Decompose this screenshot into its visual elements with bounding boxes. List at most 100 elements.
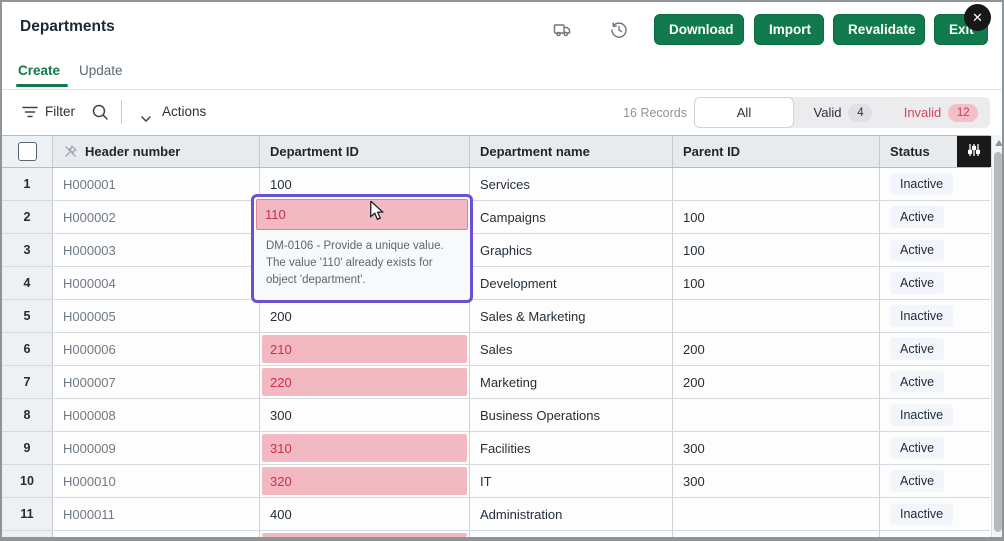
cell-status[interactable]: Inactive (880, 168, 990, 200)
invalid-cell-highlight[interactable]: 110 (256, 199, 468, 230)
download-button[interactable]: Download (654, 14, 744, 45)
cell-header-number[interactable]: H000005 (53, 300, 260, 332)
close-icon[interactable]: ✕ (964, 4, 991, 31)
cell-department-name[interactable]: Services (470, 168, 673, 200)
column-header-department-name[interactable]: Department name (470, 136, 673, 167)
cell-status[interactable]: Inactive (880, 498, 990, 530)
cell-department-name[interactable] (470, 531, 673, 539)
scrollbar-thumb[interactable] (994, 152, 1002, 532)
cell-header-number[interactable]: H000009 (53, 432, 260, 464)
filter-button[interactable]: Filter (45, 104, 75, 119)
scrollbar-up-arrow[interactable] (995, 140, 1003, 146)
cell-department-id[interactable]: 400 (260, 498, 470, 530)
history-icon[interactable] (609, 20, 629, 40)
search-icon[interactable] (91, 103, 109, 126)
tab-update[interactable]: Update (79, 63, 123, 78)
import-button[interactable]: Import (754, 14, 824, 45)
column-settings-button[interactable] (957, 136, 991, 167)
revalidate-button[interactable]: Revalidate (833, 14, 925, 45)
actions-button[interactable]: Actions (162, 104, 206, 119)
column-header-parent-id[interactable]: Parent ID (673, 136, 880, 167)
cell-parent-id[interactable] (673, 498, 880, 530)
row-number-cell[interactable]: 6 (2, 333, 53, 365)
cell-status[interactable]: Active (880, 201, 990, 233)
row-number-cell[interactable]: 4 (2, 267, 53, 299)
segment-invalid[interactable]: Invalid 12 (892, 97, 990, 128)
cell-department-name[interactable]: Development (470, 267, 673, 299)
cell-header-number[interactable]: H000010 (53, 465, 260, 497)
tab-create[interactable]: Create (18, 63, 60, 78)
cell-parent-id[interactable] (673, 399, 880, 431)
row-number-cell[interactable]: 2 (2, 201, 53, 233)
cell-department-name[interactable]: IT (470, 465, 673, 497)
cell-status[interactable]: Inactive (880, 399, 990, 431)
filter-icon[interactable] (22, 105, 38, 124)
cell-department-name[interactable]: Facilities (470, 432, 673, 464)
chevron-down-icon[interactable] (141, 109, 151, 127)
cell-parent-id[interactable]: 100 (673, 267, 880, 299)
cell-header-number[interactable]: H000001 (53, 168, 260, 200)
cell-parent-id[interactable]: 100 (673, 201, 880, 233)
cell-parent-id[interactable] (673, 531, 880, 539)
segment-valid[interactable]: Valid 4 (794, 97, 892, 128)
cell-header-number[interactable]: H000002 (53, 201, 260, 233)
row-number-cell[interactable]: 8 (2, 399, 53, 431)
cell-parent-id[interactable]: 300 (673, 465, 880, 497)
cell-department-id[interactable]: 210 (260, 333, 470, 365)
cell-department-name[interactable]: Marketing (470, 366, 673, 398)
cell-department-id[interactable]: 220 (260, 366, 470, 398)
cell-status[interactable]: Active (880, 333, 990, 365)
cell-department-id[interactable]: 200 (260, 300, 470, 332)
cell-status[interactable]: Active (880, 234, 990, 266)
cell-parent-id[interactable]: 200 (673, 366, 880, 398)
cell-status[interactable]: Active (880, 432, 990, 464)
cell-department-name[interactable]: Sales (470, 333, 673, 365)
invalid-value (262, 533, 467, 537)
cell-department-id[interactable]: 310 (260, 432, 470, 464)
row-number-cell[interactable] (2, 531, 53, 539)
cell-status[interactable]: Active (880, 366, 990, 398)
cell-parent-id[interactable]: 100 (673, 234, 880, 266)
column-header-header-number[interactable]: Header number (53, 136, 260, 167)
column-settings-icon (966, 142, 982, 161)
column-header-department-id[interactable]: Department ID (260, 136, 470, 167)
cell-status[interactable]: Active (880, 465, 990, 497)
segment-all[interactable]: All (694, 97, 794, 128)
vertical-scrollbar[interactable] (991, 135, 1004, 539)
cell-parent-id[interactable] (673, 300, 880, 332)
cell-parent-id[interactable]: 300 (673, 432, 880, 464)
row-number-cell[interactable]: 1 (2, 168, 53, 200)
cell-header-number[interactable]: H000004 (53, 267, 260, 299)
row-number-cell[interactable]: 9 (2, 432, 53, 464)
cell-status[interactable]: Inactive (880, 300, 990, 332)
cell-parent-id[interactable] (673, 168, 880, 200)
cell-department-id[interactable] (260, 531, 470, 539)
select-all-checkbox[interactable] (18, 142, 37, 161)
records-count: 16 Records (602, 106, 687, 120)
unpin-icon[interactable] (63, 144, 78, 159)
cell-header-number[interactable]: H000008 (53, 399, 260, 431)
row-number-cell[interactable]: 5 (2, 300, 53, 332)
row-number-cell[interactable]: 3 (2, 234, 53, 266)
cell-header-number[interactable] (53, 531, 260, 539)
cell-department-name[interactable]: Administration (470, 498, 673, 530)
cell-parent-id[interactable]: 200 (673, 333, 880, 365)
cell-status[interactable] (880, 531, 990, 539)
cell-status[interactable]: Active (880, 267, 990, 299)
cell-department-name[interactable]: Sales & Marketing (470, 300, 673, 332)
cell-department-name[interactable]: Business Operations (470, 399, 673, 431)
truck-icon[interactable] (553, 20, 573, 40)
invalid-value: 310 (262, 434, 467, 462)
cell-header-number[interactable]: H000003 (53, 234, 260, 266)
row-number-cell[interactable]: 7 (2, 366, 53, 398)
cell-header-number[interactable]: H000006 (53, 333, 260, 365)
row-number-cell[interactable]: 11 (2, 498, 53, 530)
column-header-label: Parent ID (683, 144, 740, 159)
cell-header-number[interactable]: H000011 (53, 498, 260, 530)
cell-header-number[interactable]: H000007 (53, 366, 260, 398)
cell-department-id[interactable]: 300 (260, 399, 470, 431)
cell-department-name[interactable]: Graphics (470, 234, 673, 266)
cell-department-id[interactable]: 320 (260, 465, 470, 497)
row-number-cell[interactable]: 10 (2, 465, 53, 497)
cell-department-name[interactable]: Campaigns (470, 201, 673, 233)
